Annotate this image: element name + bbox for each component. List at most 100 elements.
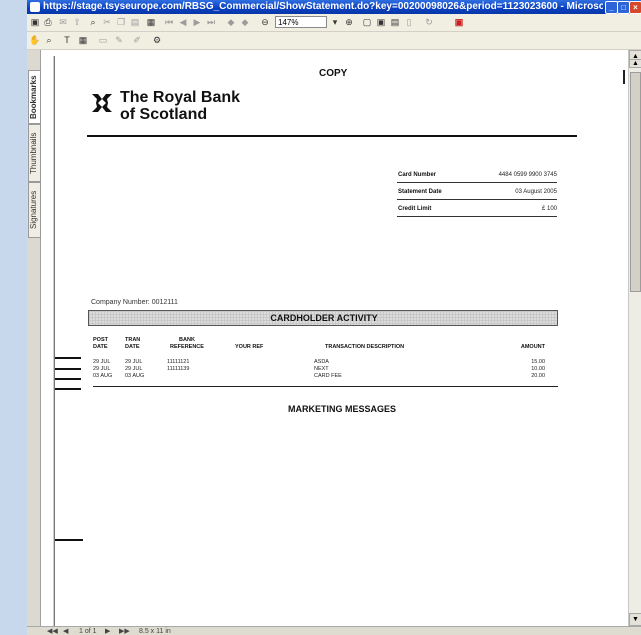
tab-signatures[interactable]: Signatures [28,182,41,238]
first-page-icon[interactable]: ◀◀ [47,627,58,635]
upload-icon[interactable]: ⇪ [71,16,83,28]
previous-page-icon[interactable]: ◀ [63,627,68,635]
row-1-tran-date: 29 JUL [125,359,143,365]
vertical-scrollbar[interactable]: ▲ ▲ ▼ [628,50,641,626]
browser-window: https://stage.tsyseurope.com/RBSG_Commer… [27,0,641,635]
next-page-icon[interactable]: ▶ [191,16,203,28]
row-1-post-date: 29 JUL [93,359,111,365]
rbs-logo-icon [92,94,112,112]
column-tran-date: TRAN DATE [125,337,141,350]
cut-icon[interactable]: ✂ [101,16,113,28]
column-transaction-description: TRANSACTION DESCRIPTION [325,344,405,350]
row-2-amount: 10.00 [531,366,545,372]
card-number-value: 4484 0599 9900 3745 [498,172,557,178]
row-1-description: ASDA [314,359,329,365]
column-bank-reference: BANK REFERENCE [170,337,204,350]
previous-page-icon[interactable]: ◀ [177,16,189,28]
statement-date-label: Statement Date [398,189,442,195]
text-select-icon[interactable]: T [61,34,73,46]
acrobat-toolbar-bottom: ✋ ⌕ T ▦ ▭ ✎ ✐ ⚙ [27,32,641,50]
tab-bookmarks[interactable]: Bookmarks [28,70,41,124]
zoom-level-field[interactable]: 147% [275,16,327,28]
cardholder-activity-banner: CARDHOLDER ACTIVITY [88,310,558,326]
adobe-help-icon[interactable]: ▣ [453,16,465,28]
row-3-description: CARD FEE [314,373,342,379]
note-tool-icon[interactable]: ▭ [97,34,109,46]
bank-name-line-1: The Royal Bank [120,89,241,106]
page-size: 8.5 x 11 in [139,628,171,635]
company-number: Company Number: 0012111 [91,299,178,306]
zoom-tool-icon[interactable]: ⌕ [43,34,55,46]
hand-tool-icon[interactable]: ✋ [29,34,41,46]
row-3-tran-date: 03 AUG [125,373,145,379]
column-your-ref: YOUR REF [235,344,264,350]
column-post-date: POST DATE [93,337,108,350]
go-forward-icon[interactable]: ◆ [239,16,251,28]
header-divider [87,135,577,137]
margin-mark [55,388,81,390]
touchup-tool-icon[interactable]: ⚙ [151,34,163,46]
title-bar: https://stage.tsyseurope.com/RBSG_Commer… [27,0,641,14]
page-number-field[interactable]: 1 of 1 [79,627,97,635]
text-cursor [623,70,625,84]
card-number-rule [397,182,557,183]
rotate-view-icon[interactable]: ↻ [423,16,435,28]
highlight-tool-icon[interactable]: ✐ [131,34,143,46]
margin-mark [55,378,81,380]
row-2-bank-reference: 11111139 [167,366,190,372]
margin-mark [55,357,81,359]
save-icon[interactable]: ▣ [29,16,41,28]
fit-width-icon[interactable]: ▤ [389,16,401,28]
row-2-tran-date: 29 JUL [125,366,143,372]
copy-label: COPY [319,68,348,79]
cardholder-activity-title: CARDHOLDER ACTIVITY [270,313,378,323]
statement-date-value: 03 August 2005 [515,189,557,195]
card-number-label: Card Number [398,172,437,178]
graphics-select-icon[interactable]: ▦ [77,34,89,46]
tab-thumbnails[interactable]: Thumbnails [28,124,41,182]
last-page-icon[interactable]: ⏭ [205,16,217,28]
internet-explorer-icon [30,2,40,12]
close-button[interactable]: × [629,1,641,14]
next-page-icon[interactable]: ▶ [105,627,110,635]
copy-icon[interactable]: ❐ [115,16,127,28]
rotate-icon[interactable]: ▯ [403,16,415,28]
bank-name: The Royal Bank of Scotland [120,89,240,123]
bank-name-line-2: of Scotland [120,106,208,123]
find-icon[interactable]: ⌕ [87,16,99,28]
column-amount: AMOUNT [520,344,545,350]
row-3-post-date: 03 AUG [93,373,113,379]
row-3-amount: 20.00 [531,373,545,379]
scrollbar-thumb[interactable] [630,72,641,292]
single-page-icon[interactable]: ▦ [145,16,157,28]
row-1-bank-reference: 11111121 [167,359,190,365]
email-icon[interactable]: ✉ [57,16,69,28]
scroll-down-icon[interactable]: ▼ [629,613,641,626]
row-2-description: NEXT [314,366,329,372]
page-up-icon[interactable]: ▲ [629,59,641,68]
credit-limit-value: £ 100 [541,206,557,212]
row-1-amount: 15.00 [531,359,545,365]
window-title: https://stage.tsyseurope.com/RBSG_Commer… [43,1,603,12]
zoom-dropdown-icon[interactable]: ▾ [329,16,341,28]
go-back-icon[interactable]: ◆ [225,16,237,28]
acrobat-toolbar-top: ▣ ⎙ ✉ ⇪ ⌕ ✂ ❐ ▤ ▦ ⏮ ◀ ▶ ⏭ ◆ ◆ ⊖ 147% ▾ ⊕… [27,14,641,32]
document-viewer[interactable]: COPY The Royal Bank of Scotland Card Num… [41,50,629,635]
marketing-messages-title: MARKETING MESSAGES [287,404,396,414]
first-page-icon[interactable]: ⏮ [163,16,175,28]
pencil-tool-icon[interactable]: ✎ [113,34,125,46]
credit-limit-rule [397,216,557,217]
statement-page: COPY The Royal Bank of Scotland Card Num… [54,56,629,635]
fit-page-icon[interactable]: ▣ [375,16,387,28]
margin-mark [55,539,83,541]
last-page-icon[interactable]: ▶▶ [119,627,130,635]
credit-limit-label: Credit Limit [398,206,432,212]
row-2-post-date: 29 JUL [93,366,111,372]
paste-icon[interactable]: ▤ [129,16,141,28]
actual-size-icon[interactable]: ▢ [361,16,373,28]
margin-mark [55,368,81,370]
navigation-side-tabs: Bookmarks Thumbnails Signatures [27,50,41,635]
zoom-in-icon[interactable]: ⊕ [343,16,355,28]
zoom-out-icon[interactable]: ⊖ [259,16,271,28]
print-icon[interactable]: ⎙ [42,16,54,28]
